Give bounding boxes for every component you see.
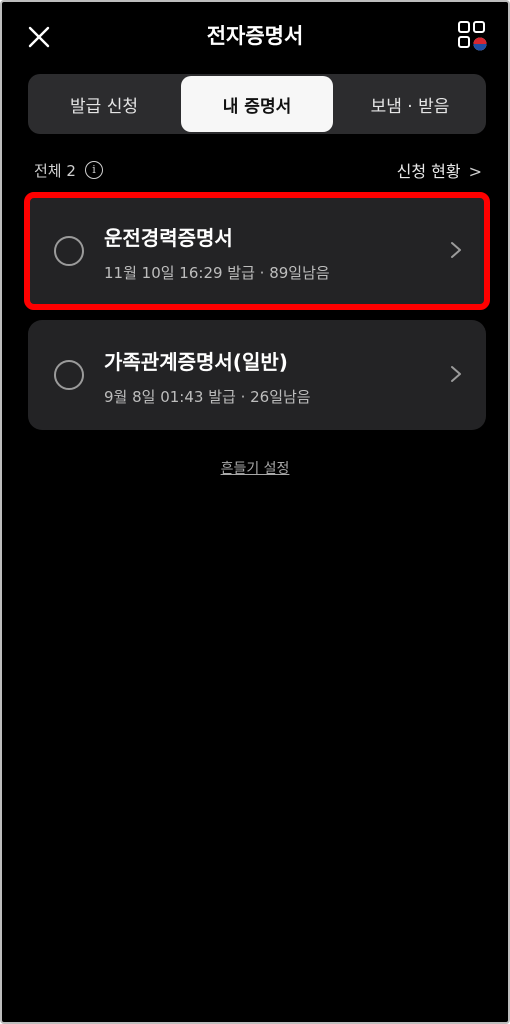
application-status-link[interactable]: 신청 현황 > <box>397 158 482 182</box>
chevron-right-icon: > <box>468 162 482 181</box>
certificate-title: 운전경력증명서 <box>104 226 233 250</box>
page-title: 전자증명서 <box>206 24 304 48</box>
header: 전자증명서 <box>2 2 508 72</box>
summary-row: 전체 2 i 신청 현황 > <box>34 158 482 182</box>
grid-menu-icon <box>458 21 487 51</box>
certificate-issued-info: 9월 8일 01:43 발급 · 26일남음 <box>104 388 311 406</box>
certificate-card[interactable]: 운전경력증명서 11월 10일 16:29 발급 · 89일남음 <box>24 192 490 310</box>
select-radio[interactable] <box>54 236 84 266</box>
total-count: 전체 2 <box>34 162 76 180</box>
app-frame: 전자증명서 발급 신청 내 증명서 보냄 · 받음 전체 2 i 신청 현황 > … <box>0 0 510 1024</box>
certificate-card[interactable]: 가족관계증명서(일반) 9월 8일 01:43 발급 · 26일남음 <box>28 320 486 430</box>
menu-button[interactable] <box>456 19 490 53</box>
tab-bar: 발급 신청 내 증명서 보냄 · 받음 <box>28 74 486 134</box>
tab-my-certificates[interactable]: 내 증명서 <box>181 76 333 132</box>
application-status-label: 신청 현황 <box>396 162 461 181</box>
shake-settings-link[interactable]: 흔들기 설정 <box>2 458 508 478</box>
certificate-title: 가족관계증명서(일반) <box>104 350 288 374</box>
info-icon[interactable]: i <box>85 161 103 179</box>
chevron-right-icon <box>451 242 461 258</box>
tab-sent-received[interactable]: 보냄 · 받음 <box>334 74 486 134</box>
select-radio[interactable] <box>54 360 84 390</box>
chevron-right-icon <box>451 366 461 382</box>
tab-apply[interactable]: 발급 신청 <box>28 74 180 134</box>
certificate-issued-info: 11월 10일 16:29 발급 · 89일남음 <box>104 264 330 282</box>
